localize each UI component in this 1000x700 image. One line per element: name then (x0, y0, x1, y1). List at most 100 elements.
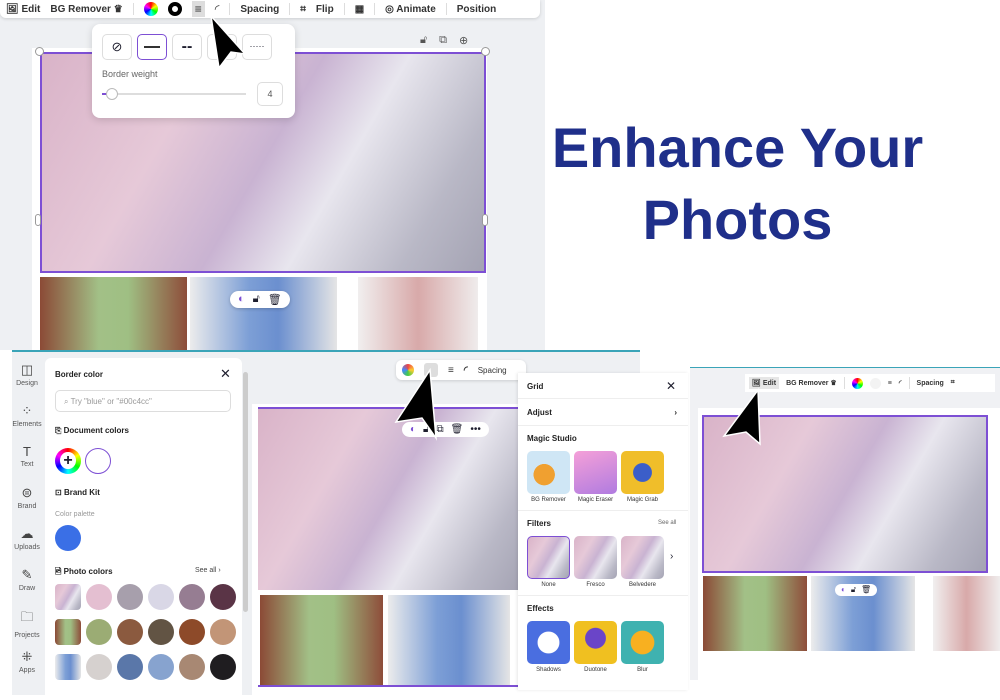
border-style-icon[interactable]: ≡ (191, 1, 205, 17)
photo-color-swatch[interactable] (148, 584, 174, 610)
filter-none[interactable]: None (527, 536, 570, 588)
effect-duotone[interactable]: Duotone (574, 621, 617, 673)
bg-remover-button[interactable]: BG Remover ♛ (50, 4, 122, 15)
add-color-button[interactable]: + (55, 448, 81, 474)
magic-icon[interactable]: ◐ (841, 585, 846, 595)
document-color-swatch[interactable] (85, 448, 111, 474)
resize-handle[interactable] (35, 47, 44, 56)
tool-label: Magic Eraser (577, 497, 614, 503)
headline-line-1: Enhance Your (551, 116, 924, 179)
close-icon[interactable]: ✕ (220, 366, 231, 382)
animate-button[interactable]: ◎ Animate (385, 4, 436, 15)
sidebar-item-projects[interactable]: 🗀 Projects (12, 608, 42, 649)
spacing-button[interactable]: Spacing (478, 366, 507, 375)
border-color-icon[interactable] (869, 377, 881, 389)
position-button[interactable]: Position (457, 4, 496, 15)
corner-rounding-icon[interactable]: ◜ (464, 365, 468, 376)
crop-icon[interactable]: ⌗ (300, 4, 306, 15)
sidebar-item-text[interactable]: T Text (12, 444, 42, 485)
add-page-icon[interactable]: ⊕ (459, 34, 468, 47)
magic-tool-bg-remover[interactable]: BG Remover (527, 451, 570, 503)
sidebar-item-uploads[interactable]: ☁ Uploads (12, 526, 42, 567)
lock-icon[interactable]: 🔓︎ (253, 293, 260, 306)
photo-blue-dress[interactable] (190, 277, 337, 350)
sidebar-item-apps[interactable]: ⁜ Apps (12, 649, 42, 690)
document-colors-heading: ⎘ Document colors (55, 426, 129, 435)
photo-color-swatch[interactable] (86, 584, 112, 610)
photo-color-swatch[interactable] (86, 619, 112, 645)
more-icon[interactable]: ••• (470, 424, 481, 435)
photo-thumbnail[interactable] (55, 654, 81, 680)
photo-color-swatch[interactable] (86, 654, 112, 680)
chevron-right-icon[interactable]: › (670, 551, 673, 562)
color-wheel-icon[interactable] (143, 2, 158, 16)
brand-color-swatch[interactable] (55, 525, 81, 551)
filter-belvedere[interactable]: Belvedere (621, 536, 664, 588)
photo-pink-dress[interactable] (933, 576, 1000, 651)
border-style-icon[interactable]: ≡ (448, 365, 454, 376)
delete-icon[interactable]: 🗑 (861, 585, 871, 595)
resize-handle[interactable] (482, 214, 488, 226)
crop-icon[interactable]: ⌗ (951, 379, 955, 387)
bg-remover-button[interactable]: BG Remover ♛ (786, 379, 837, 387)
magic-tool-magic-grab[interactable]: Magic Grab (621, 451, 664, 503)
border-style-icon[interactable]: ≡ (888, 380, 892, 387)
lock-icon[interactable]: 🔓︎ (851, 585, 856, 595)
photo-color-swatch[interactable] (179, 619, 205, 645)
photo-color-swatch[interactable] (117, 654, 143, 680)
photo-color-swatch[interactable] (117, 584, 143, 610)
photo-color-swatch[interactable] (117, 619, 143, 645)
photo-pink-dress[interactable] (358, 277, 478, 350)
slider-thumb[interactable] (106, 88, 118, 100)
border-none-option[interactable]: ⊘ (102, 34, 132, 60)
photo-color-swatch[interactable] (179, 584, 205, 610)
delete-icon[interactable]: 🗑 (268, 293, 282, 306)
border-weight-slider[interactable] (102, 88, 246, 100)
duplicate-icon[interactable]: ⧉ (439, 34, 447, 47)
color-wheel-icon[interactable] (851, 377, 863, 389)
lock-icon[interactable]: 🔓︎ (420, 34, 427, 47)
sidebar-item-elements[interactable]: ⁘ Elements (12, 403, 42, 444)
transparency-icon[interactable]: ▦ (355, 4, 364, 15)
photo-color-swatch[interactable] (210, 584, 236, 610)
filters-see-all-link[interactable]: See all (658, 520, 676, 526)
border-solid-option[interactable] (137, 34, 167, 60)
spacing-button[interactable]: Spacing (240, 4, 279, 15)
corner-rounding-icon[interactable]: ◜ (899, 379, 902, 387)
color-search-input[interactable]: ⌕ Try "blue" or "#00c4cc" (55, 390, 231, 412)
photo-green-dress[interactable] (40, 277, 187, 350)
photo-color-swatch[interactable] (210, 654, 236, 680)
photo-green-dress[interactable] (703, 576, 807, 651)
see-all-link[interactable]: See all › (195, 567, 221, 574)
photo-green-dress[interactable] (260, 595, 383, 687)
photo-color-swatch[interactable] (148, 654, 174, 680)
magic-tool-magic-eraser[interactable]: Magic Eraser (574, 451, 617, 503)
delete-icon[interactable]: 🗑 (451, 424, 464, 435)
resize-handle[interactable] (35, 214, 41, 226)
resize-handle[interactable] (481, 47, 490, 56)
photo-blue-dress[interactable] (388, 595, 510, 687)
sidebar-item-design[interactable]: ◫ Design (12, 362, 42, 403)
spacing-button[interactable]: Spacing (917, 380, 944, 387)
photo-thumbnail[interactable] (55, 619, 81, 645)
flip-button[interactable]: Flip (316, 4, 334, 15)
photo-color-swatch[interactable] (210, 619, 236, 645)
sidebar-item-draw[interactable]: ✎ Draw (12, 567, 42, 608)
magic-icon[interactable]: ◐ (238, 293, 245, 306)
divider (518, 398, 688, 399)
border-weight-input[interactable]: 4 (257, 82, 283, 106)
photo-thumbnail[interactable] (55, 584, 81, 610)
effect-blur[interactable]: Blur (621, 621, 664, 673)
edit-button[interactable]: 🖼 Edit (6, 4, 40, 15)
photo-color-swatch[interactable] (148, 619, 174, 645)
effect-shadows[interactable]: Shadows (527, 621, 570, 673)
border-color-icon[interactable] (167, 2, 182, 16)
close-icon[interactable]: ✕ (666, 379, 676, 393)
divider (132, 3, 134, 15)
scrollbar[interactable] (243, 372, 248, 612)
filter-fresco[interactable]: Fresco (574, 536, 617, 588)
border-dashed-option[interactable]: -- (172, 34, 202, 60)
sidebar-item-brand[interactable]: ⊜ Brand (12, 485, 42, 526)
photo-color-swatch[interactable] (179, 654, 205, 680)
adjust-row[interactable]: Adjust › (527, 408, 677, 417)
